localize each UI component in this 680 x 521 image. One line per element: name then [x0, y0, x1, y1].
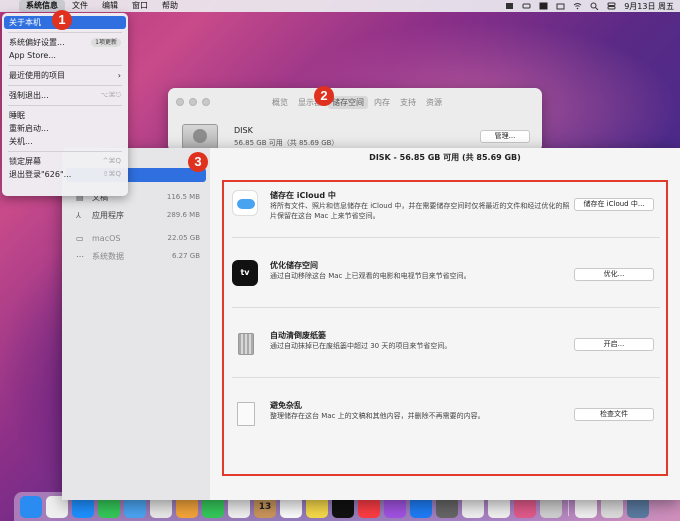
apps-icon: ⅄ — [76, 210, 81, 220]
menu-item-force-quit[interactable]: 强制退出... ⌥⌘⎋ — [4, 89, 126, 102]
menubar-clock[interactable]: 9月13日 周五 — [624, 1, 674, 12]
dots-icon: ⋯ — [76, 251, 84, 261]
dock-divider — [568, 497, 569, 516]
tab-support[interactable]: 支持 — [396, 96, 420, 109]
menu-file[interactable]: 文件 — [65, 0, 95, 12]
menu-item-restart[interactable]: 重新启动... — [4, 122, 126, 135]
monitor-icon: ▭ — [76, 233, 84, 243]
search-icon[interactable] — [590, 2, 599, 10]
window-controls — [176, 98, 210, 106]
menu-separator — [8, 151, 122, 152]
about-this-mac-window: 概览 显示器 储存空间 内存 支持 资源 DISK 56.85 GB 可用（共 … — [168, 88, 542, 152]
storage-window-title: DISK - 56.85 GB 可用 (共 85.69 GB) — [369, 153, 521, 162]
menu-item-sleep[interactable]: 睡眠 — [4, 109, 126, 122]
control-center-icon[interactable] — [607, 2, 616, 10]
zoom-button[interactable] — [202, 98, 210, 106]
camera-icon[interactable] — [556, 2, 565, 10]
menu-item-log-out[interactable]: 退出登录"626"... ⇧⌘Q — [4, 168, 126, 181]
menu-separator — [8, 85, 122, 86]
app-status-icon[interactable] — [539, 2, 548, 10]
step-marker-3: 3 — [188, 152, 208, 172]
storage-sidebar: ▤ 文稿 116.5 MB ⅄ 应用程序 289.6 MB ▭ macOS 22… — [62, 148, 210, 500]
tab-memory[interactable]: 内存 — [370, 96, 394, 109]
sidebar-item-applications[interactable]: ⅄ 应用程序 289.6 MB — [76, 208, 206, 222]
hard-disk-icon — [182, 124, 218, 150]
control-icon[interactable] — [522, 2, 531, 10]
dock-app-icon[interactable] — [20, 495, 42, 518]
tab-storage[interactable]: 储存空间 — [328, 96, 368, 109]
menu-item-system-preferences[interactable]: 系统偏好设置... 1项更新 — [4, 36, 126, 49]
menu-separator — [8, 105, 122, 106]
menu-item-shutdown[interactable]: 关机... — [4, 135, 126, 148]
apple-menu-dropdown: 关于本机 系统偏好设置... 1项更新 App Store... 最近使用的项目 ›… — [2, 13, 128, 196]
sidebar-item-system-data[interactable]: ⋯ 系统数据 6.27 GB — [76, 249, 206, 263]
menu-item-lock-screen[interactable]: 锁定屏幕 ^⌘Q — [4, 155, 126, 168]
chevron-right-icon: › — [117, 71, 121, 80]
minimize-button[interactable] — [189, 98, 197, 106]
menu-item-recent-items[interactable]: 最近使用的项目 › — [4, 69, 126, 82]
shortcut-label: ^⌘Q — [102, 157, 121, 165]
disk-capacity: 56.85 GB 可用（共 85.69 GB） — [234, 139, 339, 147]
menu-help[interactable]: 帮助 — [155, 0, 185, 12]
close-button[interactable] — [176, 98, 184, 106]
update-badge: 1项更新 — [91, 38, 121, 47]
disk-name: DISK — [234, 126, 253, 135]
step-marker-2: 2 — [314, 86, 334, 106]
manage-button[interactable]: 管理... — [480, 130, 530, 143]
sidebar-item-macos[interactable]: ▭ macOS 22.05 GB — [76, 231, 206, 245]
highlight-box — [222, 180, 668, 476]
menu-separator — [8, 65, 122, 66]
status-area: 9月13日 周五 — [505, 0, 674, 12]
about-tabs: 概览 显示器 储存空间 内存 支持 资源 — [268, 96, 446, 109]
menu-window[interactable]: 窗口 — [125, 0, 155, 12]
menu-edit[interactable]: 编辑 — [95, 0, 125, 12]
menu-item-app-store[interactable]: App Store... — [4, 49, 126, 62]
shortcut-label: ⌥⌘⎋ — [100, 91, 121, 99]
shortcut-label: ⇧⌘Q — [102, 170, 121, 178]
tab-resources[interactable]: 资源 — [422, 96, 446, 109]
tab-overview[interactable]: 概览 — [268, 96, 292, 109]
status-app-icon[interactable] — [505, 2, 514, 10]
menu-bar: 系统信息 文件 编辑 窗口 帮助 9月13日 周五 — [0, 0, 680, 12]
step-marker-1: 1 — [52, 10, 72, 30]
menu-separator — [8, 32, 122, 33]
wifi-icon[interactable] — [573, 2, 582, 10]
